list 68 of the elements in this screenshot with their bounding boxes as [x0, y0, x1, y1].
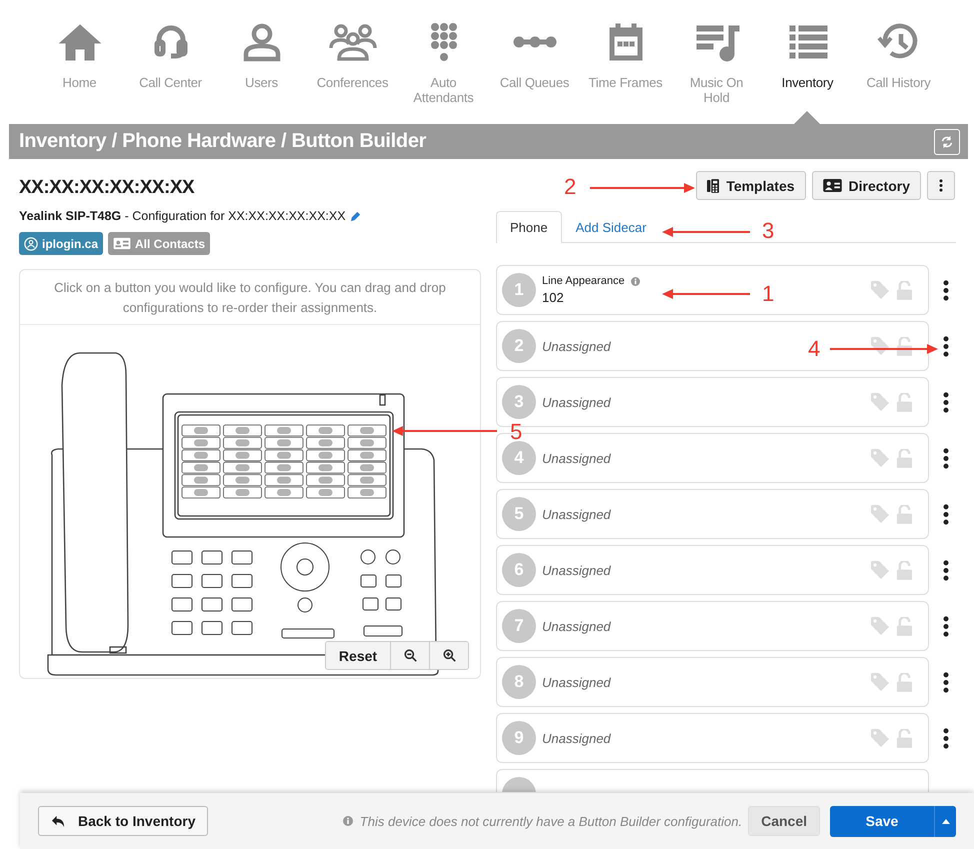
phone-icon: [707, 178, 720, 192]
row-value: Unassigned: [542, 674, 611, 690]
info-icon: [630, 276, 640, 286]
annotation-number: 2: [564, 177, 576, 197]
row-value: Unassigned: [542, 730, 611, 746]
back-button[interactable]: Back to Inventory: [38, 806, 208, 836]
row-value: Unassigned: [542, 562, 611, 578]
more-button[interactable]: [927, 171, 955, 200]
kebab-icon: [943, 280, 949, 300]
pencil-icon[interactable]: [350, 210, 361, 222]
queue-icon: [512, 36, 556, 48]
kebab-icon: [943, 672, 949, 692]
tab[interactable]: Add Sidecar: [562, 211, 660, 242]
row-menu-button[interactable]: [943, 448, 949, 468]
templates-button[interactable]: Templates: [696, 171, 806, 200]
annotation-number: 3: [762, 221, 774, 241]
annotation-number: 1: [762, 284, 774, 304]
cancel-button[interactable]: Cancel: [748, 806, 820, 836]
contact-card-icon: [113, 237, 132, 250]
zoom-in-button[interactable]: [429, 642, 468, 669]
reset-button[interactable]: Reset: [326, 642, 390, 669]
kebab-icon: [943, 560, 949, 580]
device-title: XX:XX:XX:XX:XX:XX: [19, 177, 196, 199]
tab[interactable]: Phone: [496, 211, 562, 243]
row-menu-button[interactable]: [943, 280, 949, 300]
row-value: Unassigned: [542, 618, 611, 634]
row-menu-button[interactable]: [943, 504, 949, 524]
breadcrumb: Inventory / Phone Hardware / Button Builder: [19, 130, 426, 153]
kebab-icon: [943, 504, 949, 524]
zoom-out-icon: [404, 649, 416, 662]
kebab-icon: [943, 336, 949, 356]
tag-icon[interactable]: [870, 336, 890, 356]
row-value: Unassigned: [542, 394, 611, 410]
group-icon: [328, 22, 376, 62]
row-menu-button[interactable]: [943, 672, 949, 692]
save-button[interactable]: Save: [830, 806, 934, 836]
kebab-icon: [943, 392, 949, 412]
caret-icon: [942, 818, 950, 824]
row-menu-button[interactable]: [943, 336, 949, 356]
zoom-out-button[interactable]: [390, 642, 429, 669]
tag[interactable]: iplogin.ca: [19, 232, 104, 255]
annotation-number: 4: [808, 339, 820, 359]
row-menu-button[interactable]: [943, 728, 949, 748]
kebab-icon: [943, 728, 949, 748]
kebab-icon: [943, 616, 949, 636]
device-subtitle: Yealink SIP-T48G - Configuration for XX:XX:XX:XX:XX:XX: [19, 209, 346, 223]
row-menu-button[interactable]: [943, 560, 949, 580]
row-value: Unassigned: [542, 506, 611, 522]
contact-card-icon: [822, 179, 842, 192]
refresh-button[interactable]: [934, 128, 960, 154]
directory-button[interactable]: Directory: [812, 171, 921, 200]
kebab-icon: [939, 179, 943, 192]
panel-hint: Click on a button you would like to configure. You can drag and drop configurations to re-order their assignments.: [20, 270, 480, 325]
row-value: Unassigned: [542, 450, 611, 466]
zoom-in-icon: [442, 649, 456, 662]
info-icon: [342, 816, 353, 826]
users-circle-icon: [24, 236, 38, 250]
row-menu-button[interactable]: [943, 616, 949, 636]
row-value: Unassigned: [542, 338, 611, 354]
footer-note: This device does not currently have a Button Builder configuration.: [360, 814, 742, 828]
row-value: 102: [542, 290, 564, 305]
kebab-icon: [943, 448, 949, 468]
refresh-icon: [940, 134, 954, 148]
row-menu-button[interactable]: [943, 392, 949, 412]
unlock-icon[interactable]: [897, 336, 912, 356]
row-type: Line Appearance: [542, 275, 625, 287]
reply-arrow-icon: [51, 814, 66, 828]
save-options-button[interactable]: [934, 806, 956, 836]
